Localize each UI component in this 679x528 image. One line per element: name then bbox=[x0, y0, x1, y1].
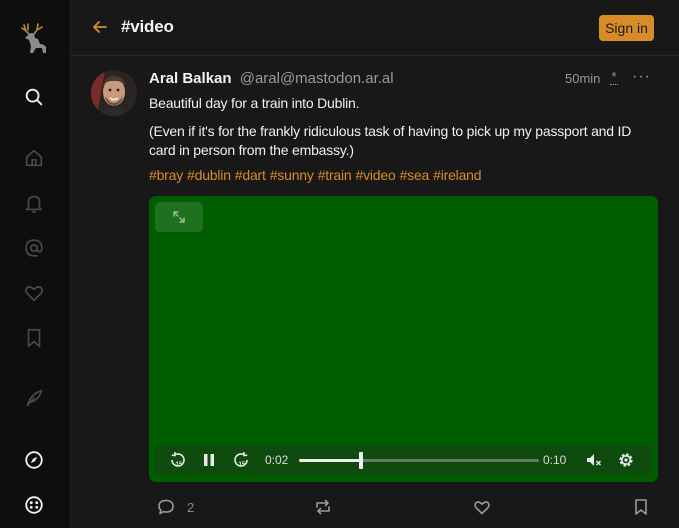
deer-logo-icon[interactable] bbox=[16, 22, 50, 56]
page-title: #video bbox=[121, 17, 174, 36]
hashtag-link[interactable]: #train bbox=[318, 167, 352, 183]
search-icon[interactable] bbox=[22, 85, 46, 109]
seek-bar-handle[interactable] bbox=[359, 452, 363, 469]
current-time: 0:02 bbox=[265, 453, 289, 467]
settings-gear-icon[interactable] bbox=[615, 450, 637, 470]
visibility-indicator: * bbox=[610, 69, 618, 85]
more-options-button[interactable]: ··· bbox=[632, 68, 651, 86]
hashtag-link[interactable]: #bray bbox=[149, 167, 183, 183]
video-controls: 15 15 0:02 0:10 bbox=[155, 445, 652, 475]
home-icon[interactable] bbox=[22, 146, 46, 170]
video-player[interactable]: 15 15 0:02 0:10 bbox=[149, 196, 658, 482]
rewind-15-icon[interactable]: 15 bbox=[167, 450, 189, 470]
post-timestamp[interactable]: 50min bbox=[565, 71, 600, 86]
compass-icon[interactable] bbox=[22, 448, 46, 472]
hashtag-link[interactable]: #sunny bbox=[270, 167, 314, 183]
hashtag-list: #bray #dublin #dart #sunny #train #video #sea #… bbox=[149, 167, 485, 183]
at-icon[interactable] bbox=[22, 236, 46, 260]
sidebar bbox=[0, 0, 68, 528]
bookmark-icon bbox=[635, 499, 647, 515]
hashtag-link[interactable]: #sea bbox=[400, 167, 430, 183]
settings-icon[interactable] bbox=[22, 493, 46, 517]
author-name[interactable]: Aral Balkan bbox=[149, 70, 232, 87]
hashtag-link[interactable]: #dart bbox=[235, 167, 266, 183]
seek-bar[interactable] bbox=[299, 452, 539, 469]
svg-text:15: 15 bbox=[239, 462, 246, 468]
bookmark-icon[interactable] bbox=[22, 326, 46, 350]
back-arrow-icon[interactable] bbox=[91, 18, 109, 36]
boost-icon bbox=[316, 499, 330, 515]
page-header: #video Sign in bbox=[71, 0, 679, 56]
forward-15-icon[interactable]: 15 bbox=[230, 450, 252, 470]
expand-icon[interactable] bbox=[155, 202, 203, 232]
seek-bar-progress bbox=[299, 459, 361, 462]
author-handle[interactable]: @aral@mastodon.ar.al bbox=[240, 70, 394, 87]
timeline-column: #video Sign in Aral Balkan @aral@mastodo… bbox=[70, 0, 679, 528]
pause-icon[interactable] bbox=[198, 450, 220, 470]
bell-icon[interactable] bbox=[22, 191, 46, 215]
post-text-paragraph: (Even if it's for the frankly ridiculous… bbox=[149, 123, 632, 158]
duration: 0:10 bbox=[543, 453, 567, 467]
hashtag-link[interactable]: #ireland bbox=[433, 167, 481, 183]
boost-button[interactable] bbox=[314, 497, 332, 517]
post-text-paragraph: Beautiful day for a train into Dublin. bbox=[149, 95, 360, 111]
reply-icon bbox=[158, 499, 174, 515]
favourite-button[interactable] bbox=[473, 497, 491, 517]
sign-in-button[interactable]: Sign in bbox=[599, 15, 654, 41]
muted-volume-icon[interactable] bbox=[583, 450, 605, 470]
post-author: Aral Balkan @aral@mastodon.ar.al bbox=[149, 70, 394, 87]
reply-button[interactable]: 2 bbox=[157, 497, 194, 517]
bookmark-button[interactable] bbox=[632, 497, 650, 517]
svg-text:15: 15 bbox=[176, 462, 183, 468]
reply-count: 2 bbox=[187, 499, 195, 515]
hashtag-link[interactable]: #video bbox=[356, 167, 396, 183]
compose-icon[interactable] bbox=[22, 386, 46, 410]
hashtag-link[interactable]: #dublin bbox=[187, 167, 231, 183]
heart-icon[interactable] bbox=[22, 281, 46, 305]
avatar[interactable] bbox=[91, 70, 137, 116]
heart-icon bbox=[474, 501, 490, 515]
